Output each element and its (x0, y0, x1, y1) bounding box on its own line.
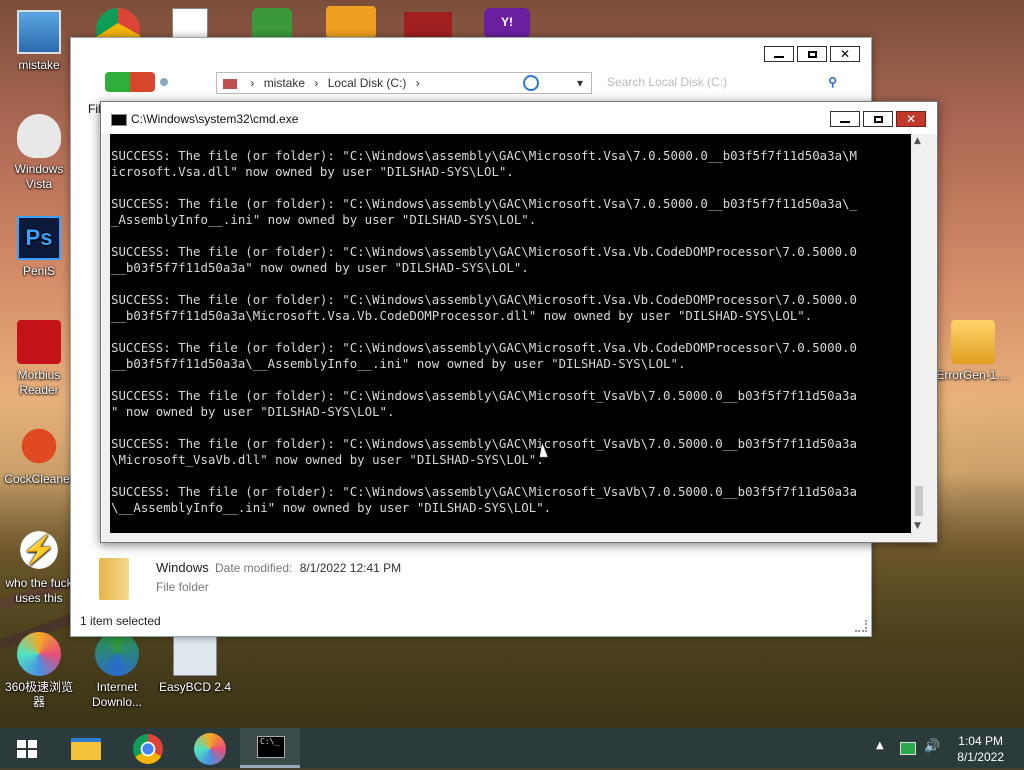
windows-logo-icon (17, 740, 37, 758)
minimize-icon (840, 121, 850, 123)
desktop-icon-easybcd[interactable]: EasyBCD 2.4 (157, 632, 233, 695)
errorgen-icon (951, 320, 995, 364)
address-dropdown-icon[interactable]: ▾ (577, 73, 583, 93)
desktop-icon-label: Morbius Reader (17, 368, 61, 397)
photoshop-icon: Ps (17, 216, 61, 260)
pdf-reader-icon (17, 320, 61, 364)
cmd-icon: C:\_ (257, 736, 285, 758)
close-button[interactable]: ✕ (830, 46, 860, 62)
computer-icon (17, 10, 61, 54)
desktop-icon-morbius-reader[interactable]: Morbius Reader (1, 320, 77, 398)
explorer-titlebar[interactable]: ✕ (71, 38, 871, 74)
desktop-icon-photoshop[interactable]: Ps PeniS (1, 216, 77, 279)
folder-location-icon (223, 78, 237, 89)
breadcrumb-separator-icon: › (250, 76, 255, 90)
clock-date: 8/1/2022 (957, 750, 1004, 764)
close-icon: ✕ (905, 112, 917, 126)
360-browser-icon (194, 733, 226, 765)
maximize-icon (873, 116, 883, 123)
show-hidden-icons-icon[interactable]: ▲ (876, 740, 884, 751)
desktop-icon-ccleaner[interactable]: CockCleaner (1, 424, 77, 487)
desktop-icon-label: Internet Downlo... (91, 680, 143, 709)
360-browser-icon (17, 632, 61, 676)
easybcd-icon (173, 632, 217, 676)
resize-grip-icon[interactable] (855, 620, 867, 632)
desktop-icon-label: 360极速浏览器 (4, 680, 74, 709)
scrollbar-thumb[interactable] (915, 486, 923, 516)
shield-desktop-icon[interactable] (252, 8, 292, 38)
ccleaner-icon (17, 424, 61, 468)
desktop-icon-windows-vista[interactable]: Windows Vista (1, 114, 77, 192)
app-desktop-icon[interactable] (404, 12, 452, 38)
console-output[interactable]: SUCCESS: The file (or folder): "C:\Windo… (110, 134, 911, 533)
explorer-navbar: › mistake › Local Disk (C:) › ▾ Search L… (71, 72, 871, 100)
desktop-icon-label: PeniS (22, 264, 56, 278)
console-text: SUCCESS: The file (or folder): "C:\Windo… (111, 148, 857, 515)
desktop-icon-idm[interactable]: Internet Downlo... (79, 632, 155, 710)
file-explorer-icon (71, 738, 101, 760)
minimize-button[interactable] (830, 111, 860, 127)
recent-locations-icon[interactable] (160, 78, 168, 86)
cmd-titlebar[interactable]: C:\Windows\system32\cmd.exe ✕ (101, 102, 937, 134)
cmd-app-icon (111, 114, 127, 126)
minimize-button[interactable] (764, 46, 794, 62)
volume-icon[interactable]: 🔊 (924, 739, 940, 754)
idm-icon (95, 632, 139, 676)
close-icon: ✕ (839, 47, 851, 61)
file-list-item[interactable]: Windows Date modified: 8/1/2022 12:41 PM… (91, 550, 791, 614)
cmd-window[interactable]: C:\Windows\system32\cmd.exe ✕ SUCCESS: T… (100, 101, 938, 543)
clock-time: 1:04 PM (958, 734, 1003, 748)
menu-file[interactable]: Fil (88, 102, 101, 116)
cmd-title: C:\Windows\system32\cmd.exe (131, 112, 299, 126)
file-type: File folder (156, 580, 209, 594)
game-desktop-icon[interactable] (326, 6, 376, 38)
desktop-icon-lightning[interactable]: ⚡ who the fuck uses this (1, 528, 77, 606)
taskbar-cmd[interactable]: C:\_ (240, 728, 300, 768)
breadcrumb-separator-icon: › (415, 76, 420, 90)
taskbar-360-browser[interactable] (180, 728, 240, 768)
desktop-icon-label: ErrorGen-1.... (936, 368, 1010, 382)
breadcrumb-item[interactable]: Local Disk (C:) (328, 76, 407, 90)
folder-icon (99, 558, 129, 600)
maximize-button[interactable] (797, 46, 827, 62)
breadcrumb-item[interactable]: mistake (264, 76, 305, 90)
desktop-icon-mistake[interactable]: mistake (1, 10, 77, 73)
refresh-button[interactable] (523, 75, 539, 91)
minimize-icon (774, 56, 784, 58)
taskbar-file-explorer[interactable] (56, 728, 116, 768)
back-forward-buttons[interactable] (105, 72, 155, 92)
search-box[interactable]: Search Local Disk (C:) ⚲ (601, 72, 841, 94)
desktop-icon-360-browser[interactable]: 360极速浏览器 (1, 632, 77, 710)
file-name[interactable]: Windows (156, 560, 209, 575)
status-bar-text: 1 item selected (80, 614, 161, 628)
search-icon[interactable]: ⚲ (828, 72, 837, 92)
maximize-icon (807, 51, 817, 58)
network-icon[interactable] (900, 742, 916, 755)
vista-mascot-icon (17, 114, 61, 158)
desktop-icon-label: CockCleaner (4, 472, 74, 486)
scroll-down-icon[interactable]: ▼ (914, 521, 921, 531)
close-button[interactable]: ✕ (896, 111, 926, 127)
clock[interactable]: 1:04 PM 8/1/2022 (957, 733, 1004, 765)
file-date-row: Date modified: 8/1/2022 12:41 PM (215, 561, 401, 575)
lightning-icon: ⚡ (17, 528, 61, 572)
desktop-icon-errorgen[interactable]: ErrorGen-1.... (935, 320, 1011, 383)
date-modified-value: 8/1/2022 12:41 PM (299, 561, 402, 575)
yahoo-desktop-icon[interactable]: Y! (484, 8, 530, 38)
maximize-button[interactable] (863, 111, 893, 127)
vertical-scrollbar[interactable]: ▲ ▼ (912, 134, 926, 533)
taskbar: C:\_ ▲ 🔊 1:04 PM 8/1/2022 (0, 728, 1024, 768)
date-modified-label: Date modified: (215, 561, 293, 575)
desktop-icon-label: who the fuck uses this (5, 576, 73, 605)
desktop-icon-label: Windows Vista (14, 162, 64, 191)
chrome-icon (133, 734, 163, 764)
scroll-up-icon[interactable]: ▲ (914, 136, 921, 146)
start-button[interactable] (0, 728, 54, 768)
solitaire-desktop-icon[interactable] (172, 8, 208, 40)
desktop-icon-label: mistake (18, 58, 60, 72)
taskbar-chrome[interactable] (118, 728, 178, 768)
breadcrumb-separator-icon: › (314, 76, 319, 90)
search-input[interactable]: Search Local Disk (C:) (607, 75, 727, 89)
desktop-icon-label: EasyBCD 2.4 (158, 680, 232, 694)
